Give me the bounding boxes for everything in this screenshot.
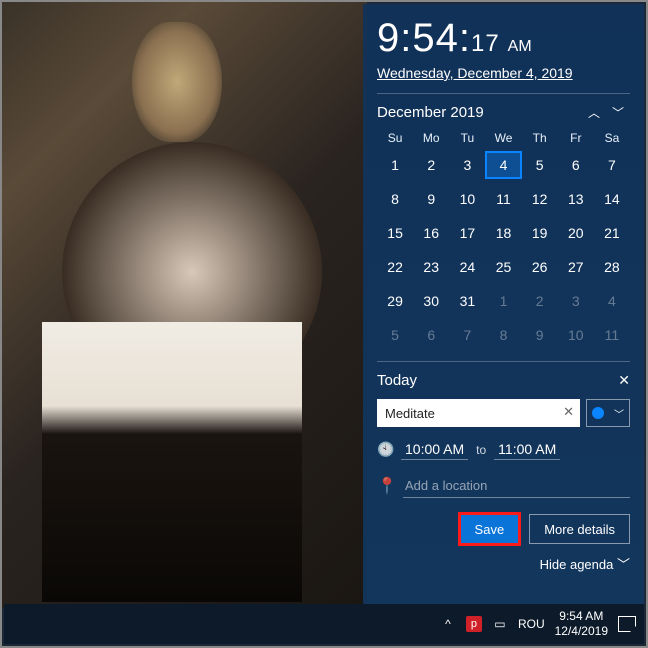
calendar-day[interactable]: 18 (485, 219, 521, 247)
weekday-label: Th (522, 131, 558, 145)
tray-app-icon[interactable]: ▭ (492, 616, 508, 632)
calendar-day[interactable]: 3 (449, 151, 485, 179)
clock-ampm: AM (508, 38, 532, 56)
taskbar-clock[interactable]: 9:54 AM 12/4/2019 (555, 609, 608, 639)
start-time-input[interactable]: 10:00 AM (401, 439, 468, 460)
hide-agenda-button[interactable]: Hide agenda ﹀ (377, 554, 630, 573)
calendar-day[interactable]: 7 (449, 321, 485, 349)
calendar-day[interactable]: 22 (377, 253, 413, 281)
clock-icon: 🕙 (377, 441, 393, 458)
close-agenda-button[interactable]: ✕ (618, 372, 630, 389)
date-link[interactable]: Wednesday, December 4, 2019 (377, 65, 630, 81)
clock-hhmm: 9:54: (377, 16, 471, 60)
calendar-day[interactable]: 12 (522, 185, 558, 213)
event-name-input[interactable] (377, 399, 580, 427)
chevron-down-icon: ﹀ (614, 406, 624, 421)
tray-app-icon[interactable]: p (466, 616, 482, 632)
calendar-color-picker[interactable]: ﹀ (586, 399, 630, 427)
calendar-day[interactable]: 23 (413, 253, 449, 281)
weekday-label: Fr (558, 131, 594, 145)
clear-input-button[interactable]: ✕ (563, 404, 574, 420)
language-indicator[interactable]: ROU (518, 617, 545, 631)
calendar-grid: 1234567891011121314151617181920212223242… (377, 151, 630, 349)
save-button[interactable]: Save (460, 514, 520, 544)
calendar-day[interactable]: 14 (594, 185, 630, 213)
calendar-day[interactable]: 4 (485, 151, 521, 179)
calendar-day[interactable]: 8 (377, 185, 413, 213)
calendar-day[interactable]: 25 (485, 253, 521, 281)
desktop-wallpaper (2, 2, 367, 608)
calendar-day[interactable]: 3 (558, 287, 594, 315)
calendar-day[interactable]: 8 (485, 321, 521, 349)
to-label: to (476, 443, 486, 457)
calendar-color-dot (592, 407, 604, 419)
calendar-day[interactable]: 26 (522, 253, 558, 281)
calendar-day[interactable]: 27 (558, 253, 594, 281)
clock-calendar-flyout: 9:54:17 AM Wednesday, December 4, 2019 D… (363, 4, 644, 608)
calendar-day[interactable]: 1 (485, 287, 521, 315)
agenda-heading: Today (377, 372, 618, 389)
weekday-label: We (485, 131, 521, 145)
calendar-day[interactable]: 11 (485, 185, 521, 213)
clock-readout: 9:54:17 AM (377, 16, 630, 61)
calendar-day[interactable]: 5 (522, 151, 558, 179)
calendar-day[interactable]: 10 (449, 185, 485, 213)
calendar-day[interactable]: 6 (413, 321, 449, 349)
calendar-day[interactable]: 10 (558, 321, 594, 349)
calendar-day[interactable]: 19 (522, 219, 558, 247)
divider (377, 361, 630, 362)
calendar-day[interactable]: 17 (449, 219, 485, 247)
calendar-day[interactable]: 15 (377, 219, 413, 247)
calendar-day[interactable]: 24 (449, 253, 485, 281)
chevron-down-icon: ﹀ (617, 557, 630, 572)
calendar-day[interactable]: 28 (594, 253, 630, 281)
calendar-day[interactable]: 6 (558, 151, 594, 179)
action-center-icon[interactable] (618, 616, 636, 632)
calendar-day[interactable]: 4 (594, 287, 630, 315)
calendar-weekday-row: SuMoTuWeThFrSa (377, 131, 630, 145)
end-time-input[interactable]: 11:00 AM (494, 439, 560, 460)
next-month-button[interactable]: ﹀ (606, 104, 630, 121)
calendar-day[interactable]: 9 (522, 321, 558, 349)
calendar-day[interactable]: 30 (413, 287, 449, 315)
calendar-day[interactable]: 16 (413, 219, 449, 247)
calendar-day[interactable]: 2 (522, 287, 558, 315)
calendar-day[interactable]: 13 (558, 185, 594, 213)
weekday-label: Su (377, 131, 413, 145)
weekday-label: Sa (594, 131, 630, 145)
calendar-day[interactable]: 5 (377, 321, 413, 349)
system-tray: ^ p ▭ ROU 9:54 AM 12/4/2019 (440, 609, 636, 639)
clock-seconds: 17 (471, 30, 500, 57)
more-details-button[interactable]: More details (529, 514, 630, 544)
location-icon: 📍 (377, 476, 393, 496)
divider (377, 93, 630, 94)
taskbar: ^ p ▭ ROU 9:54 AM 12/4/2019 (4, 604, 644, 644)
calendar-day[interactable]: 20 (558, 219, 594, 247)
calendar-day[interactable]: 1 (377, 151, 413, 179)
calendar-day[interactable]: 2 (413, 151, 449, 179)
tray-overflow-icon[interactable]: ^ (440, 616, 456, 632)
calendar-day[interactable]: 31 (449, 287, 485, 315)
weekday-label: Tu (449, 131, 485, 145)
calendar-day[interactable]: 21 (594, 219, 630, 247)
calendar-day[interactable]: 11 (594, 321, 630, 349)
weekday-label: Mo (413, 131, 449, 145)
prev-month-button[interactable]: ︿ (582, 104, 606, 121)
calendar-day[interactable]: 9 (413, 185, 449, 213)
calendar-day[interactable]: 29 (377, 287, 413, 315)
calendar-day[interactable]: 7 (594, 151, 630, 179)
calendar-month-label[interactable]: December 2019 (377, 104, 582, 121)
location-input[interactable] (403, 474, 630, 498)
